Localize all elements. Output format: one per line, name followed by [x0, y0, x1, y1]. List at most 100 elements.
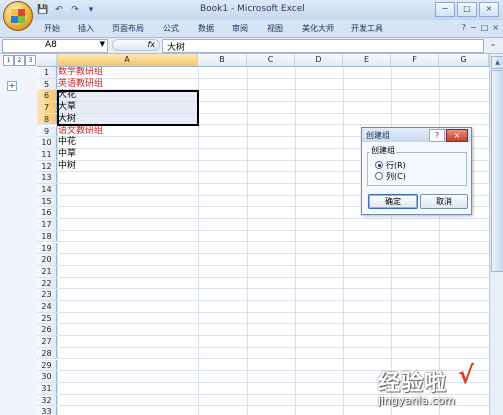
row-header[interactable]: 27: [37, 336, 57, 347]
tab-beautify[interactable]: 美化大师: [302, 23, 334, 34]
redo-icon[interactable]: ↷: [68, 4, 82, 17]
tab-review[interactable]: 审阅: [232, 23, 248, 34]
radio-rows-label[interactable]: 行(R): [386, 160, 406, 171]
cell-a[interactable]: [57, 301, 197, 312]
row-header[interactable]: 5: [37, 78, 57, 90]
row-header[interactable]: 7: [37, 102, 57, 113]
cell-a[interactable]: [57, 383, 197, 394]
outline-level-1-button[interactable]: 1: [3, 55, 14, 66]
row-header[interactable]: 30: [37, 371, 57, 382]
row-header[interactable]: 28: [37, 347, 57, 359]
cell-a[interactable]: [57, 172, 197, 183]
cell-a[interactable]: [57, 266, 197, 277]
cell-a[interactable]: 英语教研组: [57, 79, 197, 90]
formula-input[interactable]: 大树: [162, 39, 484, 53]
expand-formula-icon[interactable]: ⌄: [487, 39, 499, 51]
cell-a[interactable]: [57, 219, 197, 230]
outline-level-2-button[interactable]: 2: [14, 55, 25, 66]
select-all-corner[interactable]: [37, 54, 57, 66]
column-header-a[interactable]: A: [57, 54, 198, 66]
ok-button[interactable]: 确定: [368, 194, 418, 209]
column-header-d[interactable]: D: [295, 54, 343, 66]
save-icon[interactable]: 💾: [36, 4, 50, 17]
cell-a[interactable]: [57, 289, 197, 300]
row-header[interactable]: 16: [37, 207, 57, 219]
scroll-thumb[interactable]: [491, 70, 503, 272]
row-header[interactable]: 29: [37, 359, 57, 371]
radio-rows[interactable]: [375, 161, 383, 169]
chevron-down-icon[interactable]: ▼: [100, 40, 105, 48]
row-header[interactable]: 33: [37, 406, 57, 415]
cell-a[interactable]: [57, 231, 197, 242]
scroll-up-icon[interactable]: ▲: [491, 56, 503, 69]
row-header[interactable]: 12: [37, 160, 57, 172]
cell-a[interactable]: [57, 336, 197, 347]
ribbon-restore-icon[interactable]: □: [481, 23, 489, 32]
vertical-scrollbar[interactable]: ▲: [489, 54, 503, 415]
cell-a[interactable]: [57, 207, 197, 218]
row-header[interactable]: 32: [37, 394, 57, 406]
row-header[interactable]: 15: [37, 195, 57, 207]
row-header[interactable]: 1: [37, 67, 57, 78]
cell-a[interactable]: 数学教研组: [57, 67, 197, 78]
cell-a[interactable]: [57, 254, 197, 265]
tab-page-layout[interactable]: 页面布局: [112, 23, 144, 34]
column-header-e[interactable]: E: [343, 54, 391, 66]
maximize-button[interactable]: □: [457, 2, 477, 17]
row-header[interactable]: 22: [37, 277, 57, 289]
tab-view[interactable]: 视图: [267, 23, 283, 34]
tab-data[interactable]: 数据: [198, 23, 214, 34]
cell-a[interactable]: [57, 278, 197, 289]
row-header[interactable]: 11: [37, 148, 57, 160]
cell-a[interactable]: 中树: [57, 161, 197, 172]
cell-a[interactable]: [57, 313, 197, 324]
cell-a[interactable]: [57, 196, 197, 207]
radio-columns-label[interactable]: 列(C): [386, 171, 406, 182]
office-button[interactable]: [3, 1, 33, 31]
tab-home[interactable]: 开始: [44, 23, 60, 34]
row-header[interactable]: 18: [37, 230, 57, 242]
cell-a[interactable]: 中花: [57, 137, 197, 148]
close-button[interactable]: ×: [479, 2, 499, 17]
row-header[interactable]: 26: [37, 324, 57, 336]
row-header[interactable]: 17: [37, 219, 57, 230]
cell-a[interactable]: [57, 184, 197, 195]
help-icon[interactable]: ?: [462, 23, 466, 32]
row-header[interactable]: 10: [37, 137, 57, 148]
row-header[interactable]: 23: [37, 289, 57, 300]
row-header[interactable]: 21: [37, 265, 57, 277]
cell-a[interactable]: [57, 395, 197, 406]
radio-columns[interactable]: [375, 172, 383, 180]
tab-developer[interactable]: 开发工具: [351, 23, 383, 34]
column-header-g[interactable]: G: [439, 54, 489, 66]
cell-a[interactable]: [57, 348, 197, 359]
ribbon-close-icon[interactable]: ×: [492, 23, 499, 32]
tab-insert[interactable]: 插入: [78, 23, 94, 34]
undo-icon[interactable]: ↶: [52, 4, 66, 17]
outline-expand-button[interactable]: +: [7, 81, 17, 91]
row-header[interactable]: 6: [37, 90, 57, 102]
cell-a[interactable]: [57, 371, 197, 382]
column-header-b[interactable]: B: [198, 54, 247, 66]
row-header[interactable]: 20: [37, 254, 57, 265]
cell-a[interactable]: [57, 324, 197, 335]
row-header[interactable]: 13: [37, 172, 57, 183]
dialog-help-button[interactable]: ?: [429, 129, 445, 142]
cell-a[interactable]: 中草: [57, 149, 197, 160]
column-header-f[interactable]: F: [391, 54, 439, 66]
customize-qat-icon[interactable]: ▾: [84, 4, 98, 17]
row-header[interactable]: 9: [37, 125, 57, 137]
row-header[interactable]: 24: [37, 301, 57, 312]
row-header[interactable]: 14: [37, 184, 57, 195]
cell-a[interactable]: [57, 406, 197, 415]
minimize-button[interactable]: −: [435, 2, 455, 17]
cell-a[interactable]: [57, 243, 197, 254]
dialog-close-button[interactable]: ×: [446, 129, 468, 142]
row-header[interactable]: 8: [37, 113, 57, 125]
outline-level-3-button[interactable]: 3: [25, 55, 36, 66]
cell-a[interactable]: [57, 360, 197, 371]
worksheet-grid[interactable]: 1 数学教研组 5 英语教研组 6 大花 7 大草 8 大树 9 语文教研组 10 中花 11 中草 12 中树 1…: [37, 67, 489, 415]
column-header-c[interactable]: C: [247, 54, 295, 66]
tab-formulas[interactable]: 公式: [163, 23, 179, 34]
insert-function-button[interactable]: fx: [112, 39, 160, 51]
